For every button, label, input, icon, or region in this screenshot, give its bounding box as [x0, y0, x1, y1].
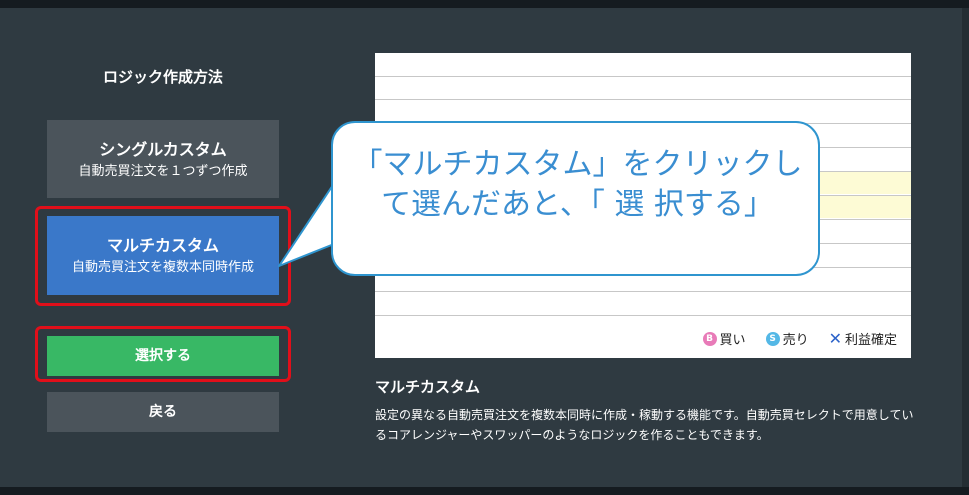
legend-profit: ✕ 利益確定 [829, 329, 897, 348]
callout-line-1: 「マルチカスタム」をクリックし [352, 147, 803, 182]
bottom-bar [0, 487, 969, 495]
preview-line [375, 315, 911, 316]
option-single-title: シングルカスタム [99, 140, 227, 159]
preview-line [375, 291, 911, 292]
profit-x-icon: ✕ [828, 329, 842, 348]
top-bar [0, 0, 969, 8]
instruction-callout: 「マルチカスタム」をクリックし て選んだあと、「 選 択する」 [331, 121, 820, 276]
preview-line [375, 99, 911, 100]
logic-method-heading: ロジック作成方法 [102, 68, 223, 86]
callout-line-2: て選んだあと、「 選 択する」 [381, 187, 774, 222]
option-single-subtitle: 自動売買注文を１つずつ作成 [78, 164, 248, 179]
right-edge [962, 8, 969, 487]
description-title: マルチカスタム [375, 378, 481, 396]
description-text: 設定の異なる自動売買注文を複数本同時に作成・稼動する機能です。自動売買セレクトで… [375, 408, 914, 442]
callout-text: 「マルチカスタム」をクリックし て選んだあと、「 選 択する」 [333, 145, 822, 225]
highlight-select-button [35, 326, 291, 382]
preview-legend: B 買い S 売り ✕ 利益確定 [683, 329, 897, 348]
screen: ロジック作成方法 シングルカスタム 自動売買注文を１つずつ作成 マルチカスタム … [0, 0, 969, 495]
highlight-multi-option [35, 206, 291, 306]
legend-buy: B 買い [702, 329, 746, 348]
legend-buy-label: 買い [719, 333, 746, 348]
legend-sell: S 売り [765, 329, 809, 348]
legend-sell-label: 売り [782, 333, 809, 348]
buy-icon: B [702, 331, 717, 346]
legend-profit-label: 利益確定 [844, 333, 897, 348]
sell-icon: S [765, 331, 780, 346]
option-single-custom[interactable]: シングルカスタム 自動売買注文を１つずつ作成 [47, 120, 279, 198]
preview-line [375, 76, 911, 77]
back-button[interactable]: 戻る [47, 392, 279, 432]
